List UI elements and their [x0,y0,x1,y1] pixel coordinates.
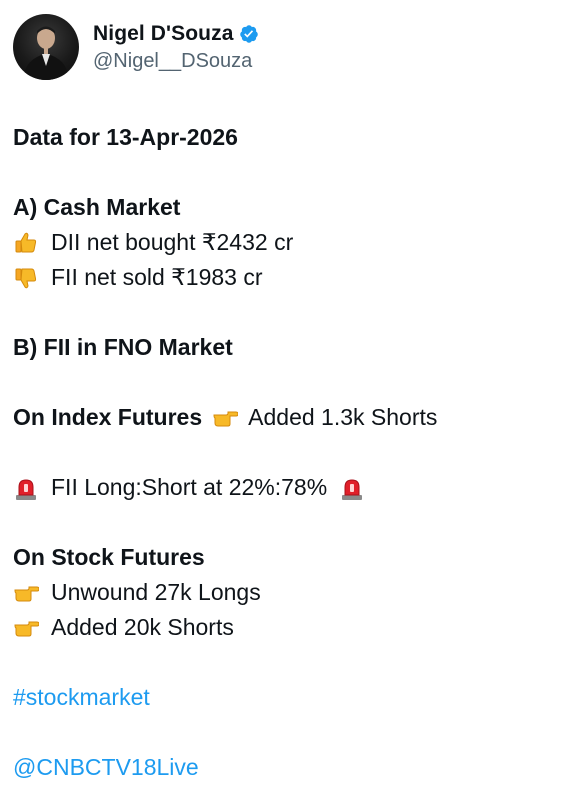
thumbs-up-icon [13,230,39,256]
stock-futures-item: Unwound 27k Longs [13,575,573,610]
date-line: Data for 13-Apr-2026 [13,124,238,150]
tweet-header: Nigel D'Souza @Nigel__DSouza [13,14,259,80]
stock-futures-heading: On Stock Futures [13,544,205,570]
stock-futures-item-text: Added 20k Shorts [51,614,234,640]
dii-line: DII net bought ₹2432 cr [13,225,573,260]
stock-futures-item-text: Unwound 27k Longs [51,579,261,605]
index-futures-line: On Index Futures Added 1.3k Shorts [13,400,573,435]
long-short-line: FII Long:Short at 22%:78% [13,470,573,505]
index-futures-text: Added 1.3k Shorts [248,404,438,430]
fno-heading: B) FII in FNO Market [13,334,233,360]
pointing-right-icon [13,615,39,641]
pointing-right-icon [212,405,239,431]
fii-text: FII net sold ₹1983 cr [51,264,263,290]
mention-link[interactable]: @CNBCTV18Live [13,750,573,785]
author-names: Nigel D'Souza @Nigel__DSouza [93,22,259,73]
siren-icon [339,475,365,501]
pointing-right-icon [13,580,39,606]
long-short-text: FII Long:Short at 22%:78% [51,474,328,500]
name-row: Nigel D'Souza [93,22,259,46]
hashtag-link[interactable]: #stockmarket [13,680,573,715]
cash-market-heading: A) Cash Market [13,194,181,220]
stock-futures-item: Added 20k Shorts [13,610,573,645]
tweet-text: Data for 13-Apr-2026 A) Cash Market DII … [13,120,573,785]
thumbs-down-icon [13,265,39,291]
siren-icon [13,475,39,501]
verified-badge-icon [239,24,259,44]
display-name[interactable]: Nigel D'Souza [93,22,233,46]
index-futures-label: On Index Futures [13,404,203,430]
dii-text: DII net bought ₹2432 cr [51,229,294,255]
user-handle[interactable]: @Nigel__DSouza [93,49,259,73]
avatar[interactable] [13,14,79,80]
fii-line: FII net sold ₹1983 cr [13,260,573,295]
